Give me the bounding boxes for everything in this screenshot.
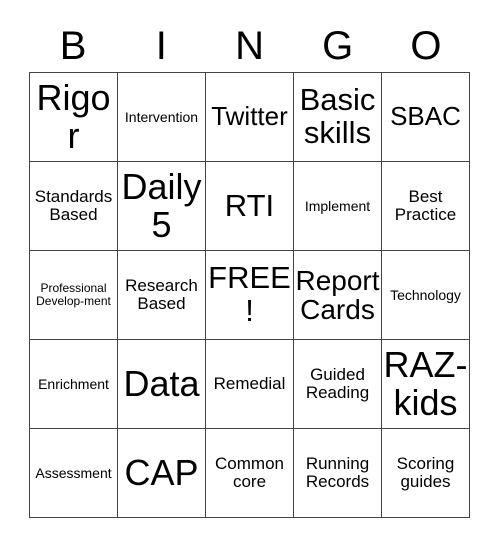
bingo-row: Standards Based Daily 5 RTI Implement Best P…: [30, 162, 470, 251]
bingo-cell[interactable]: Remedial: [206, 340, 294, 429]
bingo-cell-label: Common core: [215, 454, 284, 491]
bingo-cell[interactable]: Best Practice: [382, 162, 470, 251]
bingo-cell-label: Daily 5: [121, 166, 202, 245]
bingo-cell-label: Report Cards: [295, 264, 380, 325]
bingo-cell[interactable]: Standards Based: [30, 162, 118, 251]
bingo-cell-label: Best Practice: [394, 187, 457, 224]
bingo-card: B I N G O Rigor Intervention Twitter Basic skil…: [29, 20, 470, 518]
bingo-row: Rigor Intervention Twitter Basic skills SBAC: [30, 73, 470, 162]
bingo-cell-label: Running Records: [305, 454, 370, 491]
bingo-cell[interactable]: Rigor: [30, 73, 118, 162]
bingo-cell-label: Standards Based: [34, 187, 113, 224]
bingo-cell-label: Technology: [390, 286, 461, 303]
bingo-header-row: BINGO: [29, 20, 470, 72]
bingo-cell-label: SBAC: [390, 101, 461, 132]
bingo-cell[interactable]: Daily 5: [118, 162, 206, 251]
bingo-cell[interactable]: Guided Reading: [294, 340, 382, 429]
bingo-header-letter-o: O: [410, 24, 442, 68]
bingo-cell-label: RTI: [224, 187, 275, 223]
bingo-cell[interactable]: SBAC: [382, 73, 470, 162]
bingo-cell[interactable]: Technology: [382, 251, 470, 340]
bingo-cell[interactable]: Intervention: [118, 73, 206, 162]
bingo-header-letter-g: G: [322, 24, 354, 68]
bingo-grid: Rigor Intervention Twitter Basic skills SBAC…: [29, 72, 470, 518]
bingo-cell-label: Professional Develop-ment: [36, 281, 111, 308]
bingo-header-letter-n: N: [235, 24, 264, 68]
bingo-cell[interactable]: Data: [118, 340, 206, 429]
bingo-cell[interactable]: Enrichment: [30, 340, 118, 429]
bingo-cell[interactable]: RTI: [206, 162, 294, 251]
bingo-cell[interactable]: FREE!: [206, 251, 294, 340]
bingo-header-letter-b: B: [59, 24, 87, 68]
bingo-header-letter-i: I: [155, 24, 167, 68]
bingo-cell[interactable]: CAP: [118, 429, 206, 518]
bingo-cell[interactable]: RAZ-kids: [382, 340, 470, 429]
bingo-cell-label: Data: [123, 363, 200, 405]
bingo-cell-label: Twitter: [211, 101, 288, 132]
bingo-cell[interactable]: Report Cards: [294, 251, 382, 340]
bingo-cell[interactable]: Twitter: [206, 73, 294, 162]
bingo-row: Assessment CAP Common core Running Records S…: [30, 429, 470, 518]
bingo-cell-label: Basic skills: [299, 82, 376, 150]
bingo-cell-label: Research Based: [125, 276, 198, 313]
bingo-cell-label: RAZ-kids: [383, 344, 468, 423]
bingo-cell-label: Intervention: [124, 108, 199, 125]
bingo-cell-label: Assessment: [35, 464, 112, 481]
bingo-cell[interactable]: Assessment: [30, 429, 118, 518]
bingo-cell-label: Enrichment: [38, 375, 109, 392]
bingo-cell-label: Rigor: [36, 77, 111, 156]
bingo-cell[interactable]: Research Based: [118, 251, 206, 340]
bingo-row: Professional Develop-ment Research Based F…: [30, 251, 470, 340]
bingo-cell-label: Remedial: [213, 374, 286, 394]
bingo-cell[interactable]: Basic skills: [294, 73, 382, 162]
bingo-cell[interactable]: Scoring guides: [382, 429, 470, 518]
bingo-cell-label: Implement: [304, 197, 371, 214]
bingo-cell[interactable]: Running Records: [294, 429, 382, 518]
bingo-cell[interactable]: Implement: [294, 162, 382, 251]
bingo-cell-label: Guided Reading: [305, 365, 370, 402]
bingo-row: Enrichment Data Remedial Guided Reading RAZ-…: [30, 340, 470, 429]
bingo-cell-label: Scoring guides: [396, 454, 455, 491]
bingo-cell[interactable]: Common core: [206, 429, 294, 518]
bingo-cell-label: FREE!: [208, 260, 291, 328]
bingo-cell[interactable]: Professional Develop-ment: [30, 251, 118, 340]
bingo-cell-label: CAP: [124, 452, 199, 494]
